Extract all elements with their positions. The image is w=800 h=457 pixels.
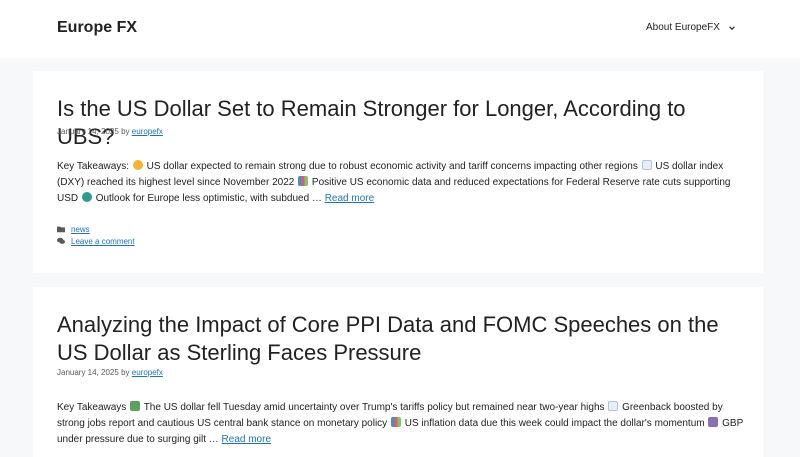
post-by: by [121,368,130,377]
globe-emoji-icon [81,192,92,202]
leave-comment-link[interactable]: Leave a comment [71,237,135,246]
excerpt-text: Key Takeaways [57,402,127,413]
category-link[interactable]: news [71,225,90,234]
post-by: by [121,127,130,136]
post-meta: January 14, 2025 by europefx [57,127,163,136]
post-title[interactable]: Is the US Dollar Set to Remain Stronger … [57,95,747,151]
post-author-link[interactable]: europefx [132,127,163,136]
site-header: Europe FX About EuropeFX [0,0,800,58]
post-card: Analyzing the Impact of Core PPI Data an… [33,287,763,457]
bar-chart-emoji-icon [390,417,401,427]
post-footer-meta: news Leave a comment [57,223,135,247]
nav-about-europefx[interactable]: About EuropeFX [646,22,736,33]
post-title[interactable]: Analyzing the Impact of Core PPI Data an… [57,311,747,367]
post-author-link[interactable]: europefx [132,368,163,377]
site-title[interactable]: Europe FX [57,19,137,37]
nav-about-label: About EuropeFX [646,22,720,33]
comment-icon [57,237,65,244]
excerpt-text: US inflation data due this week could im… [404,418,705,429]
excerpt-text: Key Takeaways: [57,161,130,172]
bar-chart-emoji-icon [298,176,309,186]
post-date: January 14, 2025 [57,127,119,136]
folder-icon [57,226,65,233]
chevron-down-icon [729,25,735,30]
chart-increasing-emoji-icon [608,401,619,411]
post-meta: January 14, 2025 by europefx [57,368,163,377]
excerpt-text: Outlook for Europe less optimistic, with… [95,193,322,204]
post-date: January 14, 2025 [57,368,119,377]
read-more-link[interactable]: Read more [325,193,374,204]
flexed-biceps-emoji-icon [132,160,143,170]
pound-banknote-emoji-icon [708,417,719,427]
post-card: Is the US Dollar Set to Remain Stronger … [33,71,763,273]
post-excerpt: Key Takeaways The US dollar fell Tuesday… [57,400,747,448]
excerpt-text: US dollar expected to remain strong due … [146,161,638,172]
dollar-banknote-emoji-icon [130,401,141,411]
read-more-link[interactable]: Read more [222,434,271,445]
post-excerpt: Key Takeaways: US dollar expected to rem… [57,159,747,207]
excerpt-text: The US dollar fell Tuesday amid uncertai… [143,402,605,413]
chart-increasing-emoji-icon [641,160,652,170]
